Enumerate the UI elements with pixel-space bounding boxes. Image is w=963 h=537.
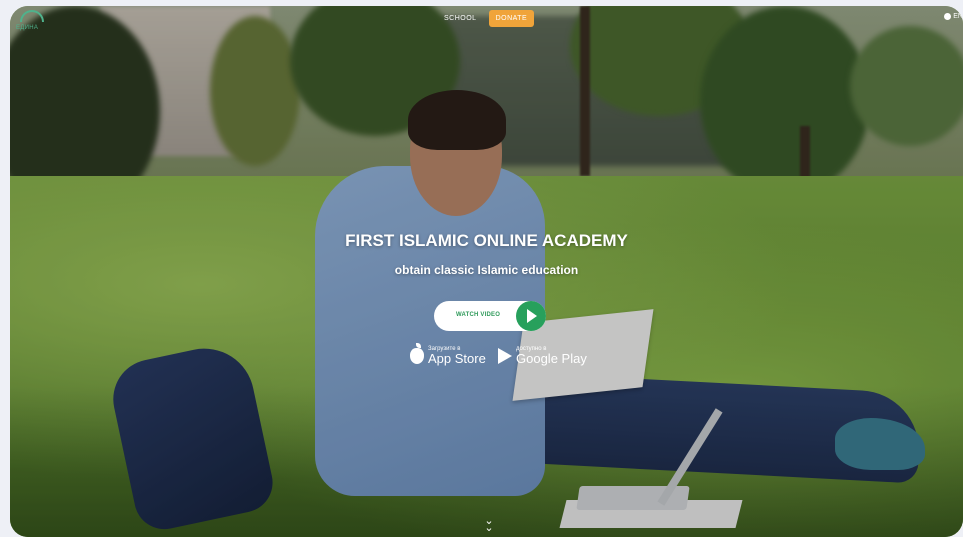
apple-icon bbox=[410, 342, 424, 364]
google-play-badge[interactable]: доступно в Google Play bbox=[498, 346, 587, 365]
app-store-text: Загрузите в App Store bbox=[428, 346, 486, 365]
language-label: EN bbox=[953, 13, 963, 20]
watch-video-label: WATCH VIDEO bbox=[456, 312, 501, 318]
globe-icon bbox=[944, 13, 952, 20]
donate-button[interactable]: DONATE bbox=[488, 10, 535, 27]
nav-school-link[interactable]: SCHOOL bbox=[440, 12, 481, 25]
watch-video-button[interactable]: WATCH VIDEO bbox=[434, 301, 546, 331]
google-play-icon bbox=[498, 347, 512, 364]
academy-logo-icon[interactable]: ЕДИНА bbox=[14, 8, 46, 36]
app-store-name: App Store bbox=[428, 351, 486, 366]
google-play-text: доступно в Google Play bbox=[516, 346, 587, 365]
logo-arc bbox=[20, 10, 44, 22]
hero-subtitle: obtain classic Islamic education bbox=[394, 263, 579, 277]
play-icon[interactable] bbox=[516, 301, 546, 331]
language-selector[interactable]: EN bbox=[944, 13, 963, 20]
app-store-badge[interactable]: Загрузите в App Store bbox=[410, 342, 486, 365]
top-nav: SCHOOL DONATE bbox=[440, 10, 535, 27]
hero-section: ЕДИНА SCHOOL DONATE EN FIRST ISLAMIC ONL… bbox=[10, 6, 963, 537]
logo-text: ЕДИНА bbox=[16, 25, 39, 31]
hero-title: FIRST ISLAMIC ONLINE ACADEMY bbox=[345, 231, 628, 250]
chevron-down-icon[interactable]: ⌄ ⌄ bbox=[483, 516, 495, 534]
google-play-name: Google Play bbox=[516, 351, 587, 366]
